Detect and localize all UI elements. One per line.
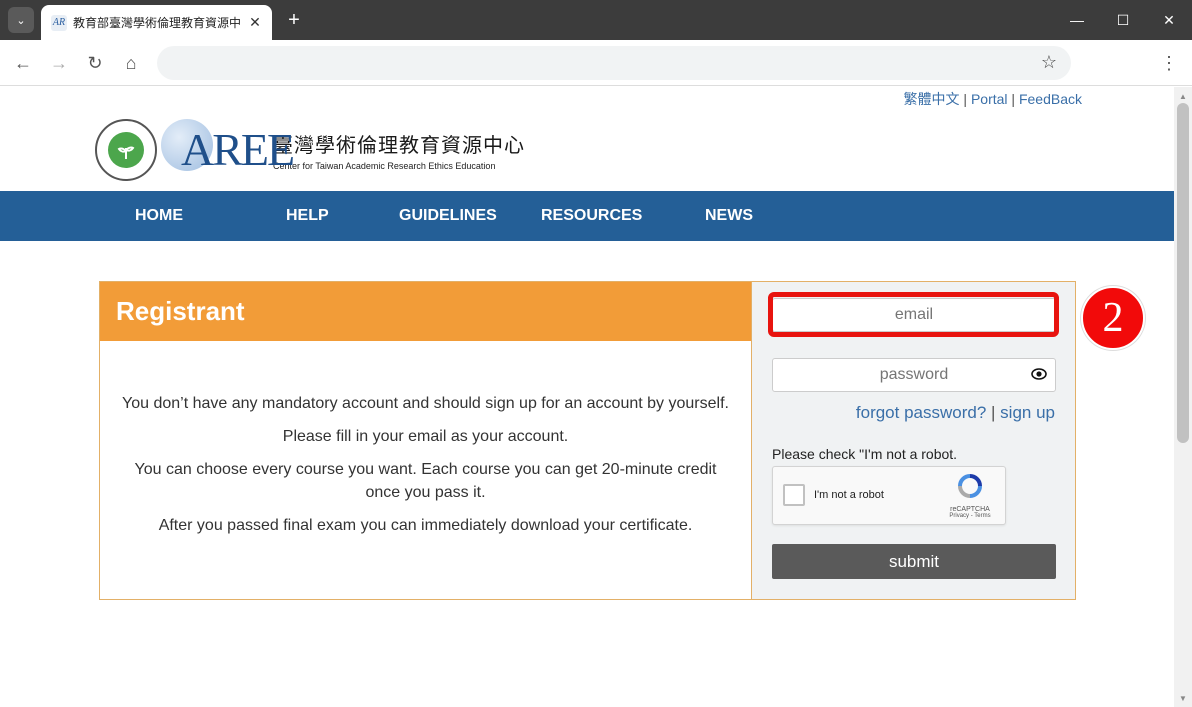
recaptcha-terms-link[interactable]: Privacy - Terms (945, 513, 995, 519)
web-page: 繁體中文 | Portal | FeedBack AREE 臺灣學術倫理教育資源… (0, 87, 1174, 707)
registrant-instructions: You don’t have any mandatory account and… (118, 392, 733, 547)
instruction-paragraph: Please fill in your email as your accoun… (282, 428, 569, 445)
recaptcha-widget: I'm not a robot reCAPTCHA Privacy - Term… (772, 466, 1006, 525)
maximize-button[interactable]: ☐ (1100, 0, 1146, 40)
nav-item-resources[interactable]: RESOURCES (541, 207, 642, 225)
password-input[interactable] (773, 359, 1055, 391)
sign-up-link[interactable]: sign up (1000, 403, 1055, 422)
separator: | (1007, 91, 1019, 107)
registrant-header: Registrant (100, 282, 751, 341)
step-number-badge: 2 (1081, 286, 1145, 350)
registrant-title: Registrant (116, 296, 245, 326)
scroll-down-arrow-icon[interactable]: ▼ (1174, 691, 1192, 705)
browser-tab[interactable]: AR 教育部臺灣學術倫理教育資源中 ✕ (41, 5, 272, 40)
nav-item-home[interactable]: HOME (135, 207, 183, 225)
address-bar[interactable]: ☆ (157, 46, 1071, 80)
recaptcha-icon (958, 474, 982, 498)
forgot-password-link[interactable]: forgot password? (856, 403, 986, 422)
top-links: 繁體中文 | Portal | FeedBack (904, 89, 1082, 109)
aree-logo-text: AREE (181, 124, 295, 175)
chevron-down-icon: ⌄ (16, 14, 26, 27)
tab-search-button[interactable]: ⌄ (8, 7, 34, 33)
nav-item-news[interactable]: NEWS (705, 207, 753, 225)
password-field[interactable] (772, 358, 1056, 392)
separator: | (986, 403, 1001, 422)
nav-item-help[interactable]: HELP (286, 207, 329, 225)
vertical-scrollbar[interactable]: ▲ ▼ (1174, 87, 1192, 707)
separator: | (959, 91, 971, 107)
robot-check-note: Please check "I'm not a robot. (772, 446, 958, 462)
favicon-icon: AR (51, 14, 67, 31)
email-highlight-box (768, 292, 1059, 337)
nav-item-guidelines[interactable]: GUIDELINES (399, 207, 497, 225)
tab-close-icon[interactable]: ✕ (246, 13, 264, 31)
reload-button[interactable]: ↻ (82, 50, 108, 76)
main-navigation: HOME HELP GUIDELINES RESOURCES NEWS (0, 191, 1174, 241)
language-link[interactable]: 繁體中文 (904, 91, 960, 107)
show-password-eye-icon[interactable] (1031, 366, 1047, 382)
scroll-up-arrow-icon[interactable]: ▲ (1174, 89, 1192, 103)
tab-title: 教育部臺灣學術倫理教育資源中 (73, 16, 242, 30)
portal-link[interactable]: Portal (971, 91, 1008, 107)
site-title-en: Center for Taiwan Academic Research Ethi… (273, 161, 496, 171)
browser-toolbar: ← → ↻ ⌂ ☆ ⋮ (0, 40, 1192, 86)
site-title-zh: 臺灣學術倫理教育資源中心 (273, 133, 525, 157)
recaptcha-label: I'm not a robot (814, 489, 884, 501)
registration-panel: Registrant You don’t have any mandatory … (99, 281, 1076, 600)
submit-button[interactable]: submit (772, 544, 1056, 579)
account-links: forgot password? | sign up (856, 403, 1055, 423)
recaptcha-logo: reCAPTCHA Privacy - Terms (945, 473, 995, 519)
logo-text: 臺灣學術倫理教育資源中心 Center for Taiwan Academic … (273, 129, 525, 171)
minimize-button[interactable]: — (1054, 0, 1100, 40)
ministry-of-education-seal-icon (95, 119, 157, 181)
back-button[interactable]: ← (10, 50, 36, 76)
instruction-paragraph: After you passed final exam you can imme… (158, 517, 693, 534)
instruction-paragraph: You can choose every course you want. Ea… (134, 461, 717, 501)
login-form: forgot password? | sign up Please check … (751, 282, 1075, 599)
browser-titlebar: ⌄ AR 教育部臺灣學術倫理教育資源中 ✕ + — ☐ ✕ (0, 0, 1192, 40)
registrant-info: Registrant You don’t have any mandatory … (100, 282, 751, 599)
close-window-button[interactable]: ✕ (1146, 0, 1192, 40)
scrollbar-thumb[interactable] (1177, 103, 1189, 443)
feedback-link[interactable]: FeedBack (1019, 91, 1082, 107)
aree-logo-mark: AREE (161, 117, 295, 183)
forward-button[interactable]: → (46, 50, 72, 76)
recaptcha-brand: reCAPTCHA (950, 506, 990, 513)
new-tab-button[interactable]: + (283, 9, 305, 31)
instruction-paragraph: You don’t have any mandatory account and… (122, 395, 729, 412)
browser-menu-icon[interactable]: ⋮ (1160, 50, 1178, 76)
home-button[interactable]: ⌂ (118, 50, 144, 76)
seal-center (108, 132, 144, 168)
site-logo[interactable]: AREE 臺灣學術倫理教育資源中心 Center for Taiwan Acad… (95, 117, 525, 183)
bookmark-star-icon[interactable]: ☆ (1041, 52, 1057, 73)
recaptcha-checkbox[interactable] (783, 484, 805, 506)
